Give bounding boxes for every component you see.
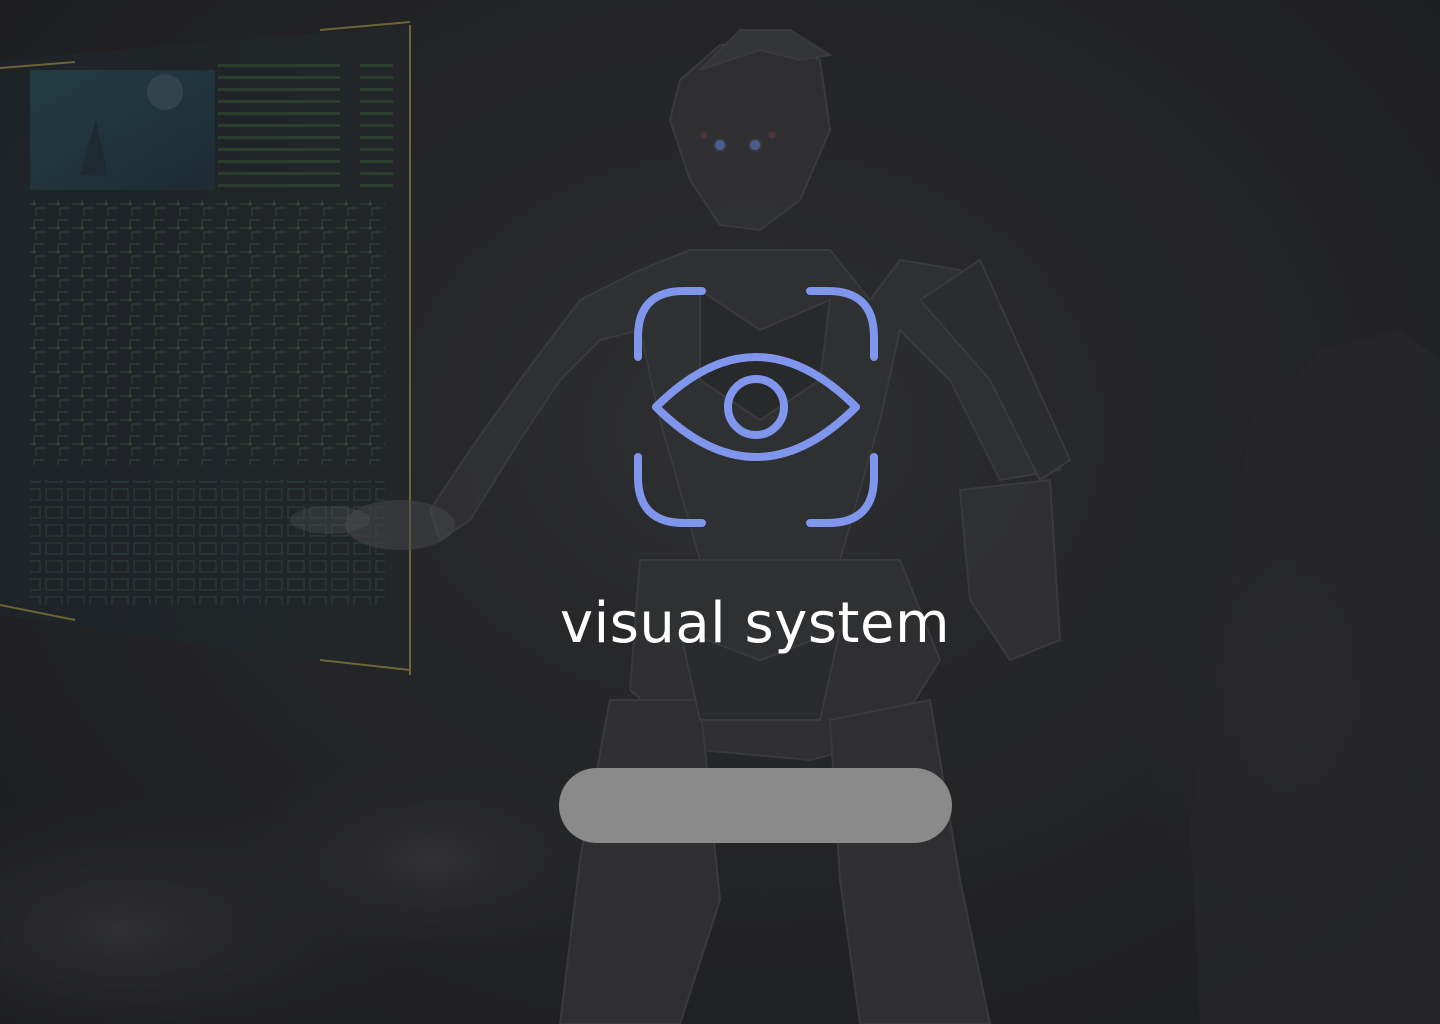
app-title: visual system xyxy=(560,591,950,656)
start-button[interactable] xyxy=(559,768,952,843)
splash-content: visual system xyxy=(0,0,1440,1024)
eye-scan-icon xyxy=(634,287,878,527)
splash-screen: visual system xyxy=(0,0,1440,1024)
